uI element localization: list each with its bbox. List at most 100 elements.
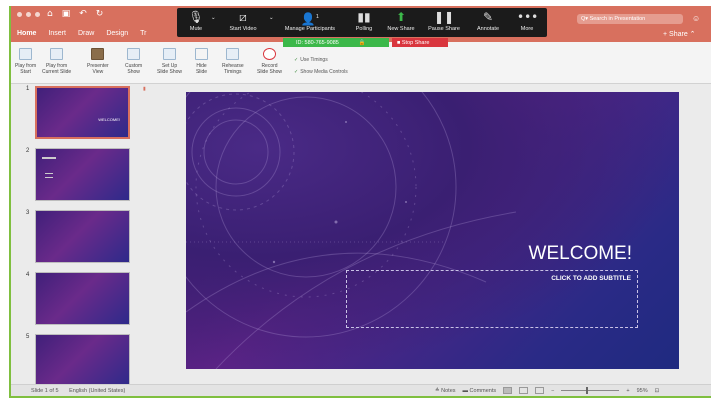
new-share-icon: ⬆	[395, 10, 407, 24]
show-media-controls-checkbox[interactable]: ✓ Show Media Controls	[294, 69, 348, 75]
audio-options-chevron-icon[interactable]: ⌄	[211, 15, 216, 21]
slide-show-ribbon: Play from Start Play from Current Slide …	[11, 42, 711, 84]
tab-design[interactable]: Design	[106, 30, 128, 37]
normal-view-button[interactable]	[503, 387, 513, 394]
thumbnail-title: WELCOME!	[98, 117, 120, 122]
thumbnail-number: 1	[26, 86, 30, 92]
polling-button[interactable]: ▮▮ Polling	[351, 10, 377, 32]
window-controls[interactable]	[17, 12, 40, 17]
more-button[interactable]: ••• More	[517, 10, 539, 32]
fit-to-window-icon[interactable]: ⊡	[655, 388, 660, 394]
lock-icon: 🔒	[358, 39, 366, 46]
subtitle-placeholder-text: CLICK TO ADD SUBTITLE	[551, 275, 631, 282]
custom-show-button[interactable]: Custom Show	[125, 48, 142, 75]
comments-icon: ▬	[462, 387, 470, 394]
participants-icon: 👤1	[300, 12, 320, 26]
start-video-button[interactable]: ⧄ Start Video	[221, 10, 265, 32]
subtitle-placeholder[interactable]: CLICK TO ADD SUBTITLE	[346, 270, 638, 328]
zoom-meeting-toolbar: 🎙 Mute ⌄ ⧄ Start Video ⌄ 👤1 Manage Parti…	[177, 8, 547, 37]
thumbnail-title-line	[42, 157, 56, 159]
pause-share-button[interactable]: ❚❚ Pause Share	[424, 10, 464, 32]
minimize-window-button[interactable]	[26, 12, 31, 17]
slide-thumbnail-1[interactable]: WELCOME!	[35, 86, 130, 139]
presenter-view-icon	[91, 48, 105, 60]
zoom-level[interactable]: 95%	[637, 388, 648, 394]
zoom-out-button[interactable]: −	[551, 388, 554, 394]
rehearse-timings-button[interactable]: Rehearse Timings	[222, 48, 244, 75]
set-up-slide-show-icon	[163, 48, 176, 60]
meeting-id-bar[interactable]: ID: 580-765-9085 🔒	[283, 38, 389, 47]
custom-show-icon	[127, 48, 141, 60]
tab-insert[interactable]: Insert	[48, 30, 66, 37]
manage-participants-button[interactable]: 👤1 Manage Participants	[280, 10, 340, 32]
slide-thumbnail-2[interactable]	[35, 148, 130, 201]
search-input[interactable]: Q▾ Search in Presentation	[577, 14, 683, 24]
account-icon[interactable]: ☺	[692, 14, 700, 23]
play-from-start-button[interactable]: Play from Start	[15, 48, 36, 75]
new-share-button[interactable]: ⬆ New Share	[385, 10, 417, 32]
redo-icon[interactable]: ↻	[96, 9, 104, 19]
play-from-current-icon	[50, 48, 64, 60]
slide-thumbnail-pane: 1 WELCOME! 2 3 4 5	[11, 84, 144, 384]
pane-splitter[interactable]: ▮	[143, 86, 146, 92]
slide-thumbnail-4[interactable]	[35, 272, 130, 325]
quick-access-toolbar: ⌂ ▣ ↶ ↻	[47, 9, 103, 19]
search-icon: Q▾	[581, 16, 590, 22]
notes-button[interactable]: ≙ Notes	[435, 388, 456, 394]
status-bar: Slide 1 of 5 English (United States) ≙ N…	[11, 384, 711, 396]
language-indicator[interactable]: English (United States)	[69, 388, 125, 394]
tab-home[interactable]: Home	[17, 30, 36, 37]
tab-draw[interactable]: Draw	[78, 30, 94, 37]
stop-share-button[interactable]: ■ Stop Share	[392, 38, 448, 47]
home-icon[interactable]: ⌂	[47, 9, 53, 19]
pen-icon: ✎	[482, 10, 494, 24]
share-button[interactable]: + Share ⌃	[663, 30, 696, 38]
zoom-slider[interactable]	[561, 387, 620, 394]
thumbnail-number: 4	[26, 272, 30, 278]
thumbnail-bullet-line	[45, 177, 53, 178]
presenter-view-button[interactable]: Presenter View	[87, 48, 109, 75]
video-options-chevron-icon[interactable]: ⌄	[269, 15, 274, 21]
rehearse-timings-icon	[226, 48, 240, 60]
set-up-slide-show-button[interactable]: Set Up Slide Show	[157, 48, 182, 75]
thumbnail-bullet-line	[45, 173, 53, 174]
hide-slide-icon	[195, 48, 208, 60]
play-from-start-icon	[19, 48, 33, 60]
checkmark-icon: ✓	[294, 69, 299, 75]
ribbon-tabs: Home Insert Draw Design Tr	[17, 30, 146, 37]
slide-canvas[interactable]: WELCOME! CLICK TO ADD SUBTITLE	[186, 92, 679, 369]
polling-icon: ▮▮	[357, 10, 371, 24]
zoom-slider-thumb[interactable]	[586, 387, 589, 394]
participant-count: 1	[315, 14, 320, 20]
slide-sorter-view-button[interactable]	[519, 387, 529, 394]
mute-button[interactable]: 🎙 Mute	[185, 10, 207, 32]
zoom-window-button[interactable]	[35, 12, 40, 17]
save-icon[interactable]: ▣	[62, 9, 71, 19]
thumbnail-number: 5	[26, 334, 30, 340]
powerpoint-window: ⌂ ▣ ↶ ↻ Home Insert Draw Design Tr Q▾ Se…	[9, 6, 711, 398]
tab-transitions[interactable]: Tr	[140, 30, 146, 37]
annotate-button[interactable]: ✎ Annotate	[473, 10, 503, 32]
thumbnail-number: 3	[26, 210, 30, 216]
thumbnail-number: 2	[26, 148, 30, 154]
reading-view-button[interactable]	[535, 387, 545, 394]
video-off-icon: ⧄	[239, 10, 247, 24]
slide-title[interactable]: WELCOME!	[529, 243, 632, 265]
undo-icon[interactable]: ↶	[79, 9, 87, 19]
record-icon	[263, 48, 276, 60]
hide-slide-button[interactable]: Hide Slide	[195, 48, 208, 75]
play-from-current-slide-button[interactable]: Play from Current Slide	[42, 48, 71, 75]
pause-icon: ❚❚	[433, 10, 455, 24]
collapse-ribbon-icon[interactable]: ⌃	[688, 31, 696, 38]
comments-button[interactable]: ▬ Comments	[463, 388, 497, 394]
record-slide-show-button[interactable]: Record Slide Show	[257, 48, 282, 75]
more-icon: •••	[517, 10, 539, 24]
use-timings-checkbox[interactable]: ✓ Use Timings	[294, 57, 328, 63]
slide-indicator: Slide 1 of 5	[31, 388, 59, 394]
checkmark-icon: ✓	[294, 57, 299, 63]
slide-thumbnail-5[interactable]	[35, 334, 130, 384]
close-window-button[interactable]	[17, 12, 22, 17]
slide-thumbnail-3[interactable]	[35, 210, 130, 263]
zoom-in-button[interactable]: +	[626, 388, 629, 394]
microphone-icon: 🎙	[188, 10, 204, 24]
